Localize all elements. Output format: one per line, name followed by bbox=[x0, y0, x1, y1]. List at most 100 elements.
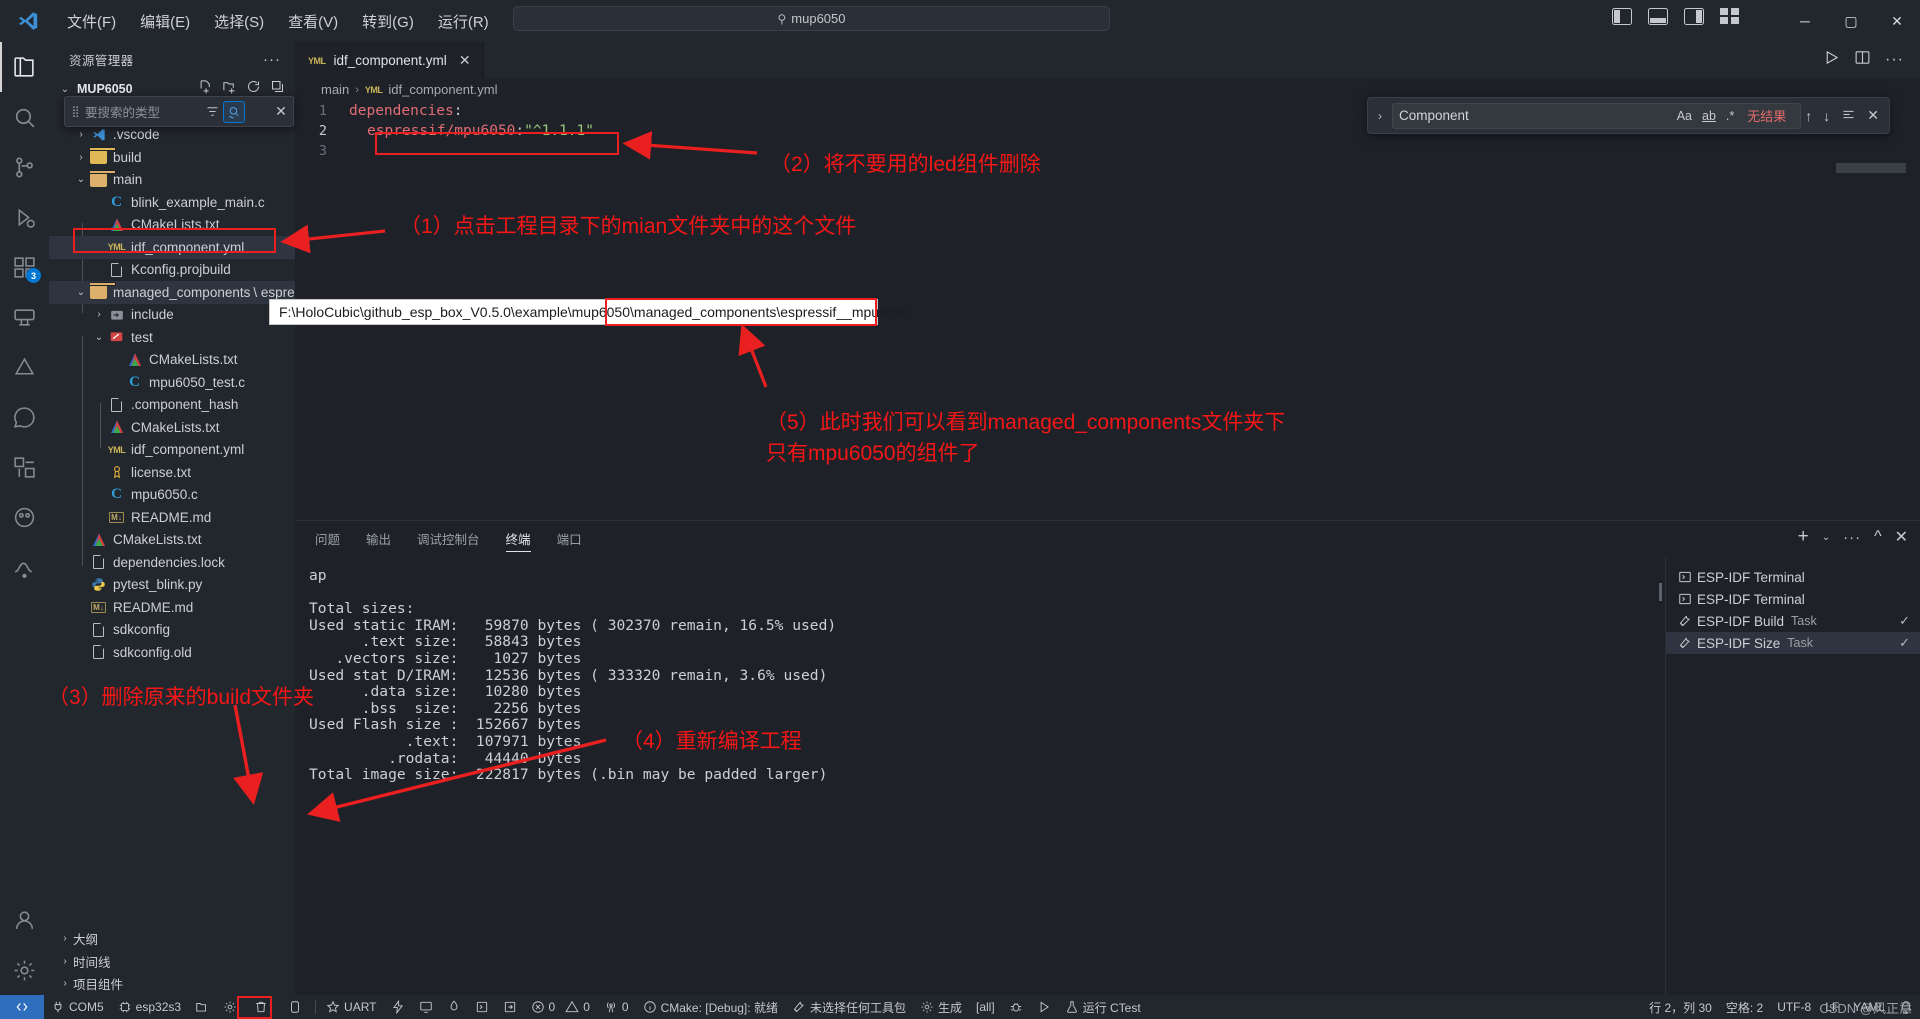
menu-selection[interactable]: 选择(S) bbox=[203, 6, 275, 37]
panel-tab-problems[interactable]: 问题 bbox=[315, 521, 340, 556]
status-cmake-target[interactable]: [all] bbox=[969, 995, 1002, 1019]
activitybar-extensions[interactable]: 3 bbox=[0, 242, 49, 292]
maximize-button[interactable]: ▢ bbox=[1828, 0, 1874, 42]
tree-row-idf-component-yml-component[interactable]: YML idf_component.yml bbox=[49, 439, 295, 462]
chevron-down-icon[interactable]: ⌄ bbox=[73, 287, 89, 298]
drag-handle-icon[interactable]: ⣿ bbox=[65, 105, 85, 118]
tree-row-main[interactable]: ⌄ main bbox=[49, 169, 295, 192]
status-erase-flash[interactable] bbox=[278, 995, 312, 1019]
tree-row-sdkconfig[interactable]: sdkconfig bbox=[49, 619, 295, 642]
minimize-button[interactable]: ─ bbox=[1782, 0, 1828, 42]
status-full-clean[interactable] bbox=[244, 995, 278, 1019]
toggle-primary-sidebar-icon[interactable] bbox=[1612, 8, 1632, 25]
terminal-list-item[interactable]: ESP-IDF Size Task ✓ bbox=[1666, 632, 1920, 654]
tree-row-cmakelists-root[interactable]: CMakeLists.txt bbox=[49, 529, 295, 552]
chevron-right-icon[interactable]: › bbox=[73, 152, 89, 163]
maximize-panel-icon[interactable]: ^ bbox=[1874, 528, 1882, 546]
toggle-secondary-sidebar-icon[interactable] bbox=[1684, 8, 1704, 25]
activitybar-platformio[interactable] bbox=[0, 492, 49, 542]
new-terminal-icon[interactable]: + bbox=[1798, 526, 1809, 548]
close-button[interactable]: ✕ bbox=[1874, 0, 1920, 42]
status-serial-port[interactable]: COM5 bbox=[44, 995, 111, 1019]
chevron-right-icon[interactable]: › bbox=[73, 129, 89, 140]
tree-row-idf-component-yml-main[interactable]: YML idf_component.yml bbox=[49, 236, 295, 259]
tree-row-managed-components[interactable]: ⌄ managed_components \ espre... bbox=[49, 281, 306, 304]
activitybar-accounts[interactable] bbox=[0, 895, 49, 945]
section-outline[interactable]: › 大纲 bbox=[49, 928, 295, 951]
tree-row-mpu6050-test-c[interactable]: C mpu6050_test.c bbox=[49, 371, 295, 394]
panel-tab-output[interactable]: 输出 bbox=[366, 521, 391, 556]
tree-row-kconfig-projbuild[interactable]: Kconfig.projbuild bbox=[49, 259, 295, 282]
status-open-folder[interactable] bbox=[188, 995, 216, 1019]
activitybar-espressif-idf[interactable] bbox=[0, 342, 49, 392]
tree-row-readme-component[interactable]: M↓ README.md bbox=[49, 506, 295, 529]
terminal-profile-chevron-icon[interactable]: ⌄ bbox=[1822, 532, 1830, 543]
tree-row-component-hash[interactable]: .component_hash bbox=[49, 394, 295, 417]
menu-run[interactable]: 运行(R) bbox=[427, 6, 500, 37]
menu-file[interactable]: 文件(F) bbox=[56, 6, 127, 37]
terminal-list-item[interactable]: ESP-IDF Build Task ✓ bbox=[1666, 610, 1920, 632]
tree-row-test[interactable]: ⌄ test bbox=[49, 326, 295, 349]
activitybar-explorer[interactable] bbox=[0, 42, 49, 92]
status-target-chip[interactable]: esp32s3 bbox=[111, 995, 188, 1019]
remote-window-indicator[interactable] bbox=[0, 995, 44, 1019]
panel-more-icon[interactable]: ··· bbox=[1843, 529, 1861, 546]
activitybar-source-control[interactable] bbox=[0, 142, 49, 192]
find-input[interactable]: Component Aa ab .* 无结果 bbox=[1392, 102, 1802, 129]
tree-row-cmakelists-main[interactable]: CMakeLists.txt bbox=[49, 214, 295, 237]
tree-row-cmakelists-component[interactable]: CMakeLists.txt bbox=[49, 416, 295, 439]
match-case-icon[interactable]: Aa bbox=[1672, 109, 1697, 123]
breadcrumb-folder[interactable]: main bbox=[321, 82, 349, 97]
status-idf-terminal[interactable] bbox=[468, 995, 496, 1019]
menu-go[interactable]: 转到(G) bbox=[351, 6, 425, 37]
find-previous-icon[interactable]: ↑ bbox=[1805, 108, 1812, 124]
status-monitor-device[interactable] bbox=[412, 995, 440, 1019]
panel-tab-terminal[interactable]: 终端 bbox=[505, 521, 531, 556]
status-flash-device[interactable] bbox=[384, 995, 412, 1019]
explorer-more-icon[interactable]: ··· bbox=[263, 51, 281, 68]
activitybar-remote-explorer[interactable] bbox=[0, 292, 49, 342]
customize-layout-icon[interactable] bbox=[1720, 8, 1740, 25]
tree-row-readme-root[interactable]: M↓ README.md bbox=[49, 596, 295, 619]
filter-icon[interactable] bbox=[201, 101, 223, 123]
status-cmake-launch[interactable] bbox=[1030, 995, 1058, 1019]
terminal-output[interactable]: ap Total sizes: Used static IRAM: 59870 … bbox=[295, 556, 1665, 995]
section-timeline[interactable]: › 时间线 bbox=[49, 950, 295, 973]
minimap[interactable] bbox=[1836, 163, 1906, 173]
activitybar-run-and-debug[interactable] bbox=[0, 192, 49, 242]
activitybar-serial-monitor[interactable] bbox=[0, 542, 49, 592]
match-whole-word-icon[interactable]: ab bbox=[1697, 109, 1721, 123]
find-close-icon[interactable]: ✕ bbox=[1867, 107, 1879, 124]
status-menuconfig-gear[interactable] bbox=[216, 995, 244, 1019]
more-actions-icon[interactable]: ··· bbox=[1885, 51, 1904, 69]
use-regex-icon[interactable]: .* bbox=[1721, 109, 1739, 123]
terminal-scrollbar[interactable] bbox=[1659, 583, 1662, 601]
fuzzy-search-icon[interactable] bbox=[223, 100, 245, 123]
status-cmake-debug[interactable] bbox=[1002, 995, 1030, 1019]
run-icon[interactable] bbox=[1823, 49, 1840, 71]
status-cmake-build-variant[interactable]: CMake: [Debug]: 就绪 bbox=[636, 995, 785, 1019]
tab-close-icon[interactable]: ✕ bbox=[459, 52, 471, 69]
chevron-down-icon[interactable]: ⌄ bbox=[73, 174, 89, 185]
status-encoding[interactable]: UTF-8 bbox=[1770, 995, 1818, 1019]
chevron-right-icon[interactable]: › bbox=[91, 309, 107, 320]
tree-row-blink-example-main-c[interactable]: C blink_example_main.c bbox=[49, 191, 295, 214]
terminal-list-item[interactable]: ESP-IDF Terminal bbox=[1666, 588, 1920, 610]
section-project-components[interactable]: › 项目组件 bbox=[49, 973, 295, 996]
chevron-down-icon[interactable]: ⌄ bbox=[91, 332, 107, 343]
tree-row-license-txt[interactable]: license.txt bbox=[49, 461, 295, 484]
split-editor-icon[interactable] bbox=[1854, 49, 1871, 71]
breadcrumb-file[interactable]: idf_component.yml bbox=[388, 82, 497, 97]
tree-row-include[interactable]: › include bbox=[49, 304, 295, 327]
tree-row-pytest-blink-py[interactable]: pytest_blink.py bbox=[49, 574, 295, 597]
find-widget[interactable]: › Component Aa ab .* 无结果 ↑ ↓ ✕ bbox=[1367, 97, 1890, 134]
terminal-list-item[interactable]: ESP-IDF Terminal bbox=[1666, 566, 1920, 588]
tree-row-dependencies-lock[interactable]: dependencies.lock bbox=[49, 551, 295, 574]
quick-input-search-box[interactable]: ⚲ mup6050 bbox=[513, 6, 1110, 31]
close-panel-icon[interactable]: ✕ bbox=[1895, 527, 1908, 547]
activitybar-search[interactable] bbox=[0, 92, 49, 142]
status-cmake-kit[interactable]: 未选择任何工具包 bbox=[785, 995, 913, 1019]
toggle-replace-icon[interactable]: › bbox=[1368, 109, 1392, 123]
close-filter-button[interactable]: ✕ bbox=[269, 103, 293, 120]
status-problems[interactable]: 0 0 bbox=[524, 995, 597, 1019]
